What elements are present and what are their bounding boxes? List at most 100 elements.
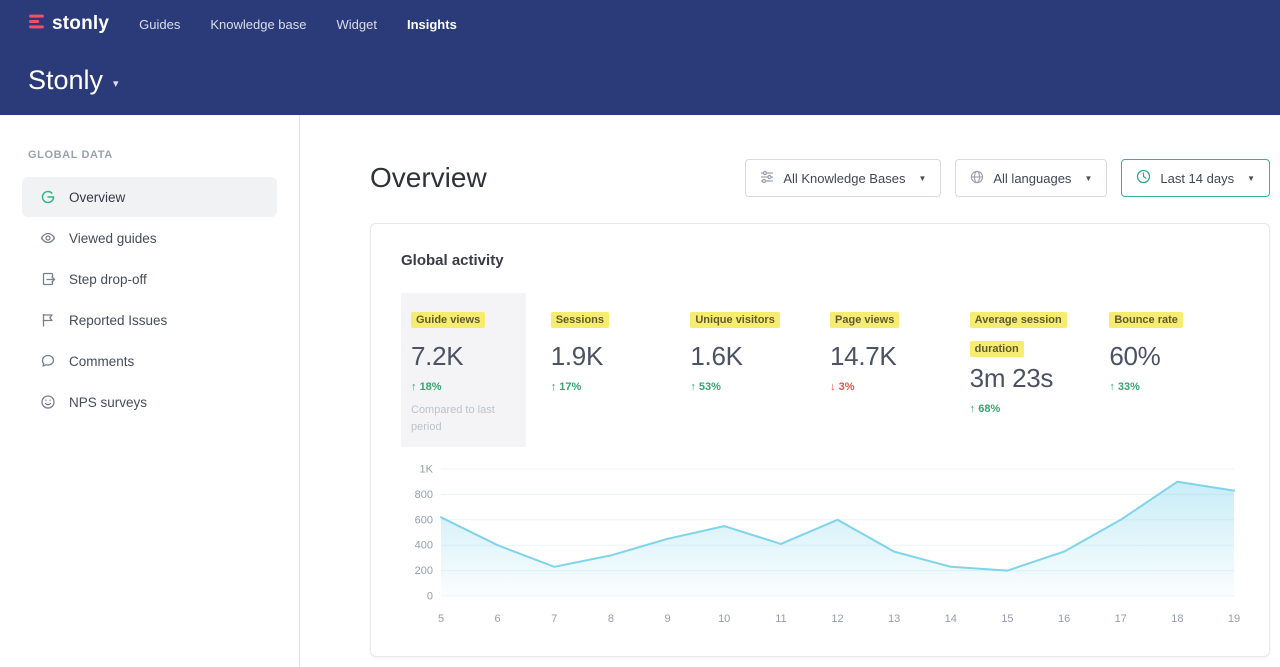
change-arrow-icon: ↑: [690, 381, 696, 393]
sidebar-item-label: Comments: [69, 354, 134, 369]
sidebar-item-label: Overview: [69, 190, 125, 205]
chevron-down-icon: ▾: [113, 77, 119, 90]
metric-unique-visitors[interactable]: Unique visitors 1.6K ↑ 53%: [680, 293, 820, 447]
step-dropoff-icon: [40, 271, 56, 287]
metric-note: Compared to last period: [411, 402, 516, 435]
svg-text:17: 17: [1115, 613, 1127, 625]
date-range-filter[interactable]: Last 14 days ▼: [1121, 159, 1270, 197]
svg-text:0: 0: [427, 591, 433, 603]
sidebar-item-comments[interactable]: Comments: [22, 341, 277, 381]
activity-chart-container: 1K80060040020005678910111213141516171819: [401, 459, 1239, 639]
svg-text:1K: 1K: [420, 464, 434, 476]
sidebar-item-label: Step drop-off: [69, 272, 147, 287]
metric-change: ↓ 3%: [830, 381, 960, 393]
sidebar: GLOBAL DATA Overview Viewed guides Step …: [0, 115, 300, 667]
sidebar-item-reported-issues[interactable]: Reported Issues: [22, 300, 277, 340]
workspace-switcher[interactable]: Stonly ▾: [28, 65, 119, 96]
metric-change: ↑ 33%: [1109, 381, 1239, 393]
svg-text:14: 14: [945, 613, 957, 625]
metrics-row: Guide views 7.2K ↑ 18% Compared to last …: [401, 293, 1239, 447]
flag-icon: [40, 312, 56, 328]
svg-text:5: 5: [438, 613, 444, 625]
metric-label: Bounce rate: [1109, 312, 1183, 328]
metric-value: 1.6K: [690, 341, 820, 372]
filters-bar: All Knowledge Bases ▼ All languages ▼ La…: [745, 159, 1270, 197]
knowledge-base-filter[interactable]: All Knowledge Bases ▼: [745, 159, 941, 197]
svg-text:15: 15: [1001, 613, 1013, 625]
clock-icon: [1136, 169, 1151, 187]
metric-change: ↑ 18%: [411, 381, 526, 393]
svg-text:6: 6: [495, 613, 501, 625]
metric-label: Unique visitors: [690, 312, 779, 328]
change-arrow-icon: ↑: [970, 403, 976, 415]
sidebar-item-overview[interactable]: Overview: [22, 177, 277, 217]
metric-change: ↑ 17%: [551, 381, 681, 393]
svg-text:600: 600: [415, 514, 433, 526]
svg-text:18: 18: [1171, 613, 1183, 625]
sidebar-item-label: Reported Issues: [69, 313, 167, 328]
stonly-logo[interactable]: stonly: [28, 13, 109, 36]
sliders-icon: [760, 170, 774, 187]
svg-text:8: 8: [608, 613, 614, 625]
sidebar-item-step-drop-off[interactable]: Step drop-off: [22, 259, 277, 299]
svg-text:9: 9: [665, 613, 671, 625]
stonly-logo-icon: [28, 13, 45, 36]
date-range-filter-value: Last 14 days: [1160, 171, 1234, 186]
nav-guides[interactable]: Guides: [139, 17, 180, 32]
main-content: Overview All Knowledge Bases ▼ All langu…: [300, 115, 1280, 667]
language-filter[interactable]: All languages ▼: [955, 159, 1107, 197]
eye-icon: [40, 230, 56, 246]
metric-value: 7.2K: [411, 341, 526, 372]
global-activity-card: Global activity Guide views 7.2K ↑ 18% C…: [370, 223, 1270, 657]
sidebar-item-nps-surveys[interactable]: NPS surveys: [22, 382, 277, 422]
metric-change: ↑ 53%: [690, 381, 820, 393]
sidebar-item-viewed-guides[interactable]: Viewed guides: [22, 218, 277, 258]
metric-value: 3m 23s: [970, 363, 1100, 394]
metric-value: 1.9K: [551, 341, 681, 372]
svg-text:800: 800: [415, 489, 433, 501]
svg-text:200: 200: [415, 565, 433, 577]
metric-label: Page views: [830, 312, 899, 328]
comment-icon: [40, 353, 56, 369]
activity-chart: 1K80060040020005678910111213141516171819: [401, 459, 1241, 634]
svg-text:400: 400: [415, 540, 433, 552]
change-arrow-icon: ↑: [551, 381, 557, 393]
metric-label: Average session duration: [970, 312, 1067, 357]
top-header: stonly Guides Knowledge base Widget Insi…: [0, 0, 1280, 115]
metric-page-views[interactable]: Page views 14.7K ↓ 3%: [820, 293, 960, 447]
svg-text:16: 16: [1058, 613, 1070, 625]
knowledge-base-filter-value: All Knowledge Bases: [783, 171, 905, 186]
change-arrow-icon: ↑: [1109, 381, 1115, 393]
overview-icon: [40, 189, 56, 205]
metric-guide-views[interactable]: Guide views 7.2K ↑ 18% Compared to last …: [401, 293, 526, 447]
workspace-title: Stonly: [28, 65, 103, 96]
sidebar-item-label: Viewed guides: [69, 231, 157, 246]
metric-label: Guide views: [411, 312, 485, 328]
sidebar-section-title: GLOBAL DATA: [28, 149, 271, 161]
metric-sessions[interactable]: Sessions 1.9K ↑ 17%: [541, 293, 681, 447]
sidebar-item-label: NPS surveys: [69, 395, 147, 410]
metric-bounce-rate[interactable]: Bounce rate 60% ↑ 33%: [1099, 293, 1239, 447]
metric-change: ↑ 68%: [970, 403, 1100, 415]
metric-average-session-duration[interactable]: Average session duration 3m 23s ↑ 68%: [960, 293, 1100, 447]
svg-text:13: 13: [888, 613, 900, 625]
top-nav: Guides Knowledge base Widget Insights: [139, 17, 457, 32]
nav-insights[interactable]: Insights: [407, 17, 457, 32]
svg-text:10: 10: [718, 613, 730, 625]
svg-text:12: 12: [831, 613, 843, 625]
svg-text:19: 19: [1228, 613, 1240, 625]
metric-value: 14.7K: [830, 341, 960, 372]
chevron-down-icon: ▼: [1084, 174, 1092, 183]
page-title: Overview: [370, 162, 487, 194]
chevron-down-icon: ▼: [918, 174, 926, 183]
change-arrow-icon: ↓: [830, 381, 836, 393]
nav-knowledge-base[interactable]: Knowledge base: [210, 17, 306, 32]
card-title: Global activity: [401, 252, 1239, 269]
stonly-logo-text: stonly: [52, 13, 109, 35]
language-filter-value: All languages: [993, 171, 1071, 186]
globe-icon: [970, 170, 984, 187]
metric-label: Sessions: [551, 312, 609, 328]
metric-value: 60%: [1109, 341, 1239, 372]
nav-widget[interactable]: Widget: [337, 17, 377, 32]
svg-text:11: 11: [775, 613, 786, 625]
